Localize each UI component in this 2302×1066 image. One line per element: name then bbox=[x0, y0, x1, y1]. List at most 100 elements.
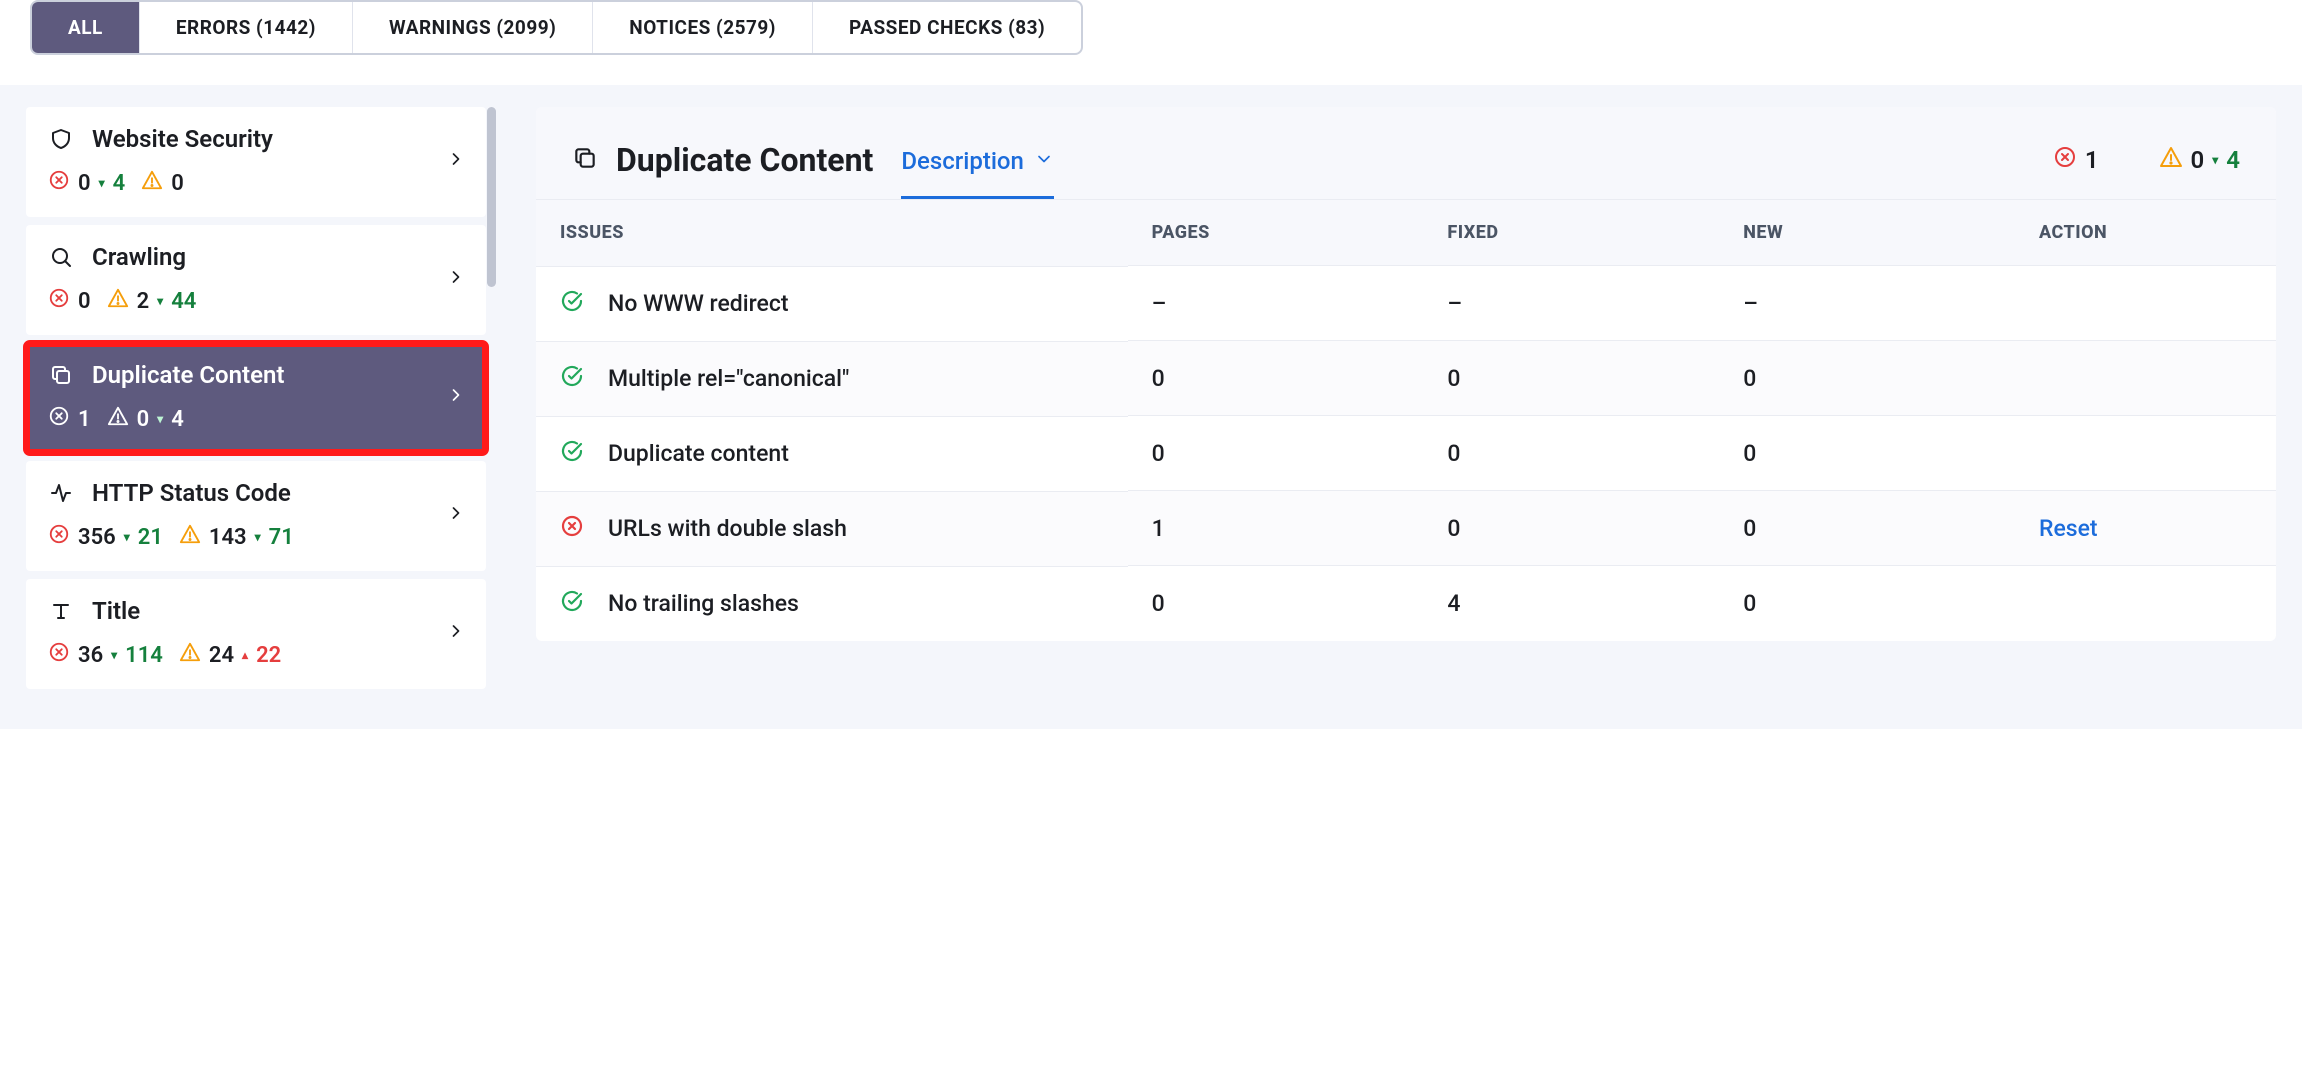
action-cell: Reset bbox=[2015, 491, 2276, 566]
check-circle-icon bbox=[560, 589, 584, 619]
issue-cell: Multiple rel="canonical" bbox=[536, 341, 1128, 416]
issue-cell: No trailing slashes bbox=[536, 566, 1128, 641]
error-icon bbox=[48, 169, 70, 197]
panel-warnings-delta: 4 bbox=[2226, 146, 2240, 174]
issue-cell: URLs with double slash bbox=[536, 491, 1128, 566]
errors-count: 1 bbox=[78, 407, 91, 432]
error-icon bbox=[48, 405, 70, 433]
sidebar-item-duplicate-content[interactable]: Duplicate Content 1 0 ▾ 4 bbox=[26, 343, 486, 453]
type-icon bbox=[48, 598, 74, 624]
check-circle-icon bbox=[560, 364, 584, 394]
filter-bar: ALL ERRORS (1442) WARNINGS (2099) NOTICE… bbox=[0, 0, 2302, 85]
warnings-delta: 22 bbox=[256, 643, 281, 668]
issues-table: ISSUES PAGES FIXED NEW ACTION No WWW red… bbox=[536, 199, 2276, 641]
table-row[interactable]: No trailing slashes040 bbox=[536, 566, 2276, 641]
search-icon bbox=[48, 244, 74, 270]
chevron-right-icon bbox=[446, 621, 466, 647]
fixed-cell: 0 bbox=[1423, 491, 1719, 566]
filter-tab-passed[interactable]: PASSED CHECKS (83) bbox=[813, 2, 1081, 53]
warning-icon bbox=[2159, 145, 2183, 175]
errors-count: 36 bbox=[78, 643, 103, 668]
issue-label: Multiple rel="canonical" bbox=[608, 364, 849, 394]
delta-down-icon: ▾ bbox=[111, 648, 117, 662]
filter-tab-errors[interactable]: ERRORS (1442) bbox=[140, 2, 353, 53]
issue-cell: No WWW redirect bbox=[536, 266, 1128, 341]
warning-icon bbox=[141, 169, 163, 197]
delta-down-icon: ▾ bbox=[2212, 153, 2218, 167]
filter-tab-all[interactable]: ALL bbox=[32, 2, 140, 53]
pages-cell: 0 bbox=[1128, 416, 1424, 491]
panel-header: Duplicate Content Description 1 bbox=[536, 107, 2276, 199]
issue-cell: Duplicate content bbox=[536, 416, 1128, 491]
chevron-right-icon bbox=[446, 385, 466, 411]
col-pages[interactable]: PAGES bbox=[1128, 200, 1424, 266]
sidebar-item-http-status-code[interactable]: HTTP Status Code 356 ▾ 21 143 ▾ bbox=[26, 461, 486, 571]
col-fixed[interactable]: FIXED bbox=[1423, 200, 1719, 266]
sidebar-item-title[interactable]: Title 36 ▾ 114 24 ▴ 22 bbox=[26, 579, 486, 689]
pages-cell: 1 bbox=[1128, 491, 1424, 566]
error-icon bbox=[48, 287, 70, 315]
sidebar-item-crawling[interactable]: Crawling 0 2 ▾ 44 bbox=[26, 225, 486, 335]
issue-label: No trailing slashes bbox=[608, 589, 799, 619]
issue-label: Duplicate content bbox=[608, 439, 789, 469]
chevron-down-icon bbox=[1034, 147, 1054, 175]
table-row[interactable]: Duplicate content000 bbox=[536, 416, 2276, 491]
warning-icon bbox=[107, 287, 129, 315]
error-icon bbox=[48, 523, 70, 551]
delta-down-icon: ▾ bbox=[157, 412, 163, 426]
filter-tabs: ALL ERRORS (1442) WARNINGS (2099) NOTICE… bbox=[30, 0, 1083, 55]
pages-cell: 0 bbox=[1128, 566, 1424, 641]
sidebar-item-label: HTTP Status Code bbox=[92, 479, 291, 507]
pages-cell: 0 bbox=[1128, 341, 1424, 416]
new-cell: 0 bbox=[1719, 566, 2015, 641]
issue-label: No WWW redirect bbox=[608, 289, 789, 319]
copy-icon bbox=[48, 362, 74, 388]
delta-down-icon: ▾ bbox=[255, 530, 261, 544]
action-cell bbox=[2015, 341, 2276, 416]
delta-down-icon: ▾ bbox=[99, 176, 105, 190]
activity-icon bbox=[48, 480, 74, 506]
reset-button[interactable]: Reset bbox=[2039, 515, 2098, 542]
errors-delta: 4 bbox=[113, 171, 126, 196]
col-issues[interactable]: ISSUES bbox=[536, 200, 1128, 266]
col-new[interactable]: NEW bbox=[1719, 200, 2015, 266]
filter-tab-notices[interactable]: NOTICES (2579) bbox=[593, 2, 813, 53]
new-cell: 0 bbox=[1719, 341, 2015, 416]
sidebar-item-website-security[interactable]: Website Security 0 ▾ 4 0 bbox=[26, 107, 486, 217]
pages-cell: – bbox=[1128, 266, 1424, 341]
warning-icon bbox=[179, 523, 201, 551]
issues-panel: Duplicate Content Description 1 bbox=[536, 107, 2276, 641]
error-icon bbox=[48, 641, 70, 669]
table-row[interactable]: URLs with double slash100Reset bbox=[536, 491, 2276, 566]
sidebar-item-label: Duplicate Content bbox=[92, 361, 284, 389]
warnings-count: 2 bbox=[137, 289, 150, 314]
warning-icon bbox=[179, 641, 201, 669]
dropdown-label: Description bbox=[901, 147, 1024, 175]
action-cell bbox=[2015, 416, 2276, 491]
category-sidebar: Website Security 0 ▾ 4 0 bbox=[26, 107, 496, 689]
warnings-delta: 44 bbox=[171, 289, 196, 314]
table-row[interactable]: No WWW redirect––– bbox=[536, 266, 2276, 341]
description-dropdown[interactable]: Description bbox=[901, 141, 1054, 199]
error-icon bbox=[2053, 145, 2077, 175]
delta-down-icon: ▾ bbox=[157, 294, 163, 308]
col-action[interactable]: ACTION bbox=[2015, 200, 2276, 266]
sidebar-item-label: Title bbox=[92, 597, 140, 625]
copy-icon bbox=[572, 141, 598, 179]
issue-label: URLs with double slash bbox=[608, 514, 847, 544]
filter-tab-warnings[interactable]: WARNINGS (2099) bbox=[353, 2, 593, 53]
errors-count: 0 bbox=[78, 171, 91, 196]
fixed-cell: 0 bbox=[1423, 416, 1719, 491]
table-row[interactable]: Multiple rel="canonical"000 bbox=[536, 341, 2276, 416]
chevron-right-icon bbox=[446, 149, 466, 175]
sidebar-scrollbar[interactable] bbox=[487, 107, 496, 287]
check-circle-icon bbox=[560, 439, 584, 469]
fixed-cell: – bbox=[1423, 266, 1719, 341]
delta-up-icon: ▴ bbox=[242, 648, 248, 662]
check-circle-icon bbox=[560, 289, 584, 319]
delta-down-icon: ▾ bbox=[124, 530, 130, 544]
action-cell bbox=[2015, 266, 2276, 341]
error-icon bbox=[560, 514, 584, 544]
new-cell: 0 bbox=[1719, 491, 2015, 566]
panel-warnings-count: 0 bbox=[2191, 146, 2205, 174]
